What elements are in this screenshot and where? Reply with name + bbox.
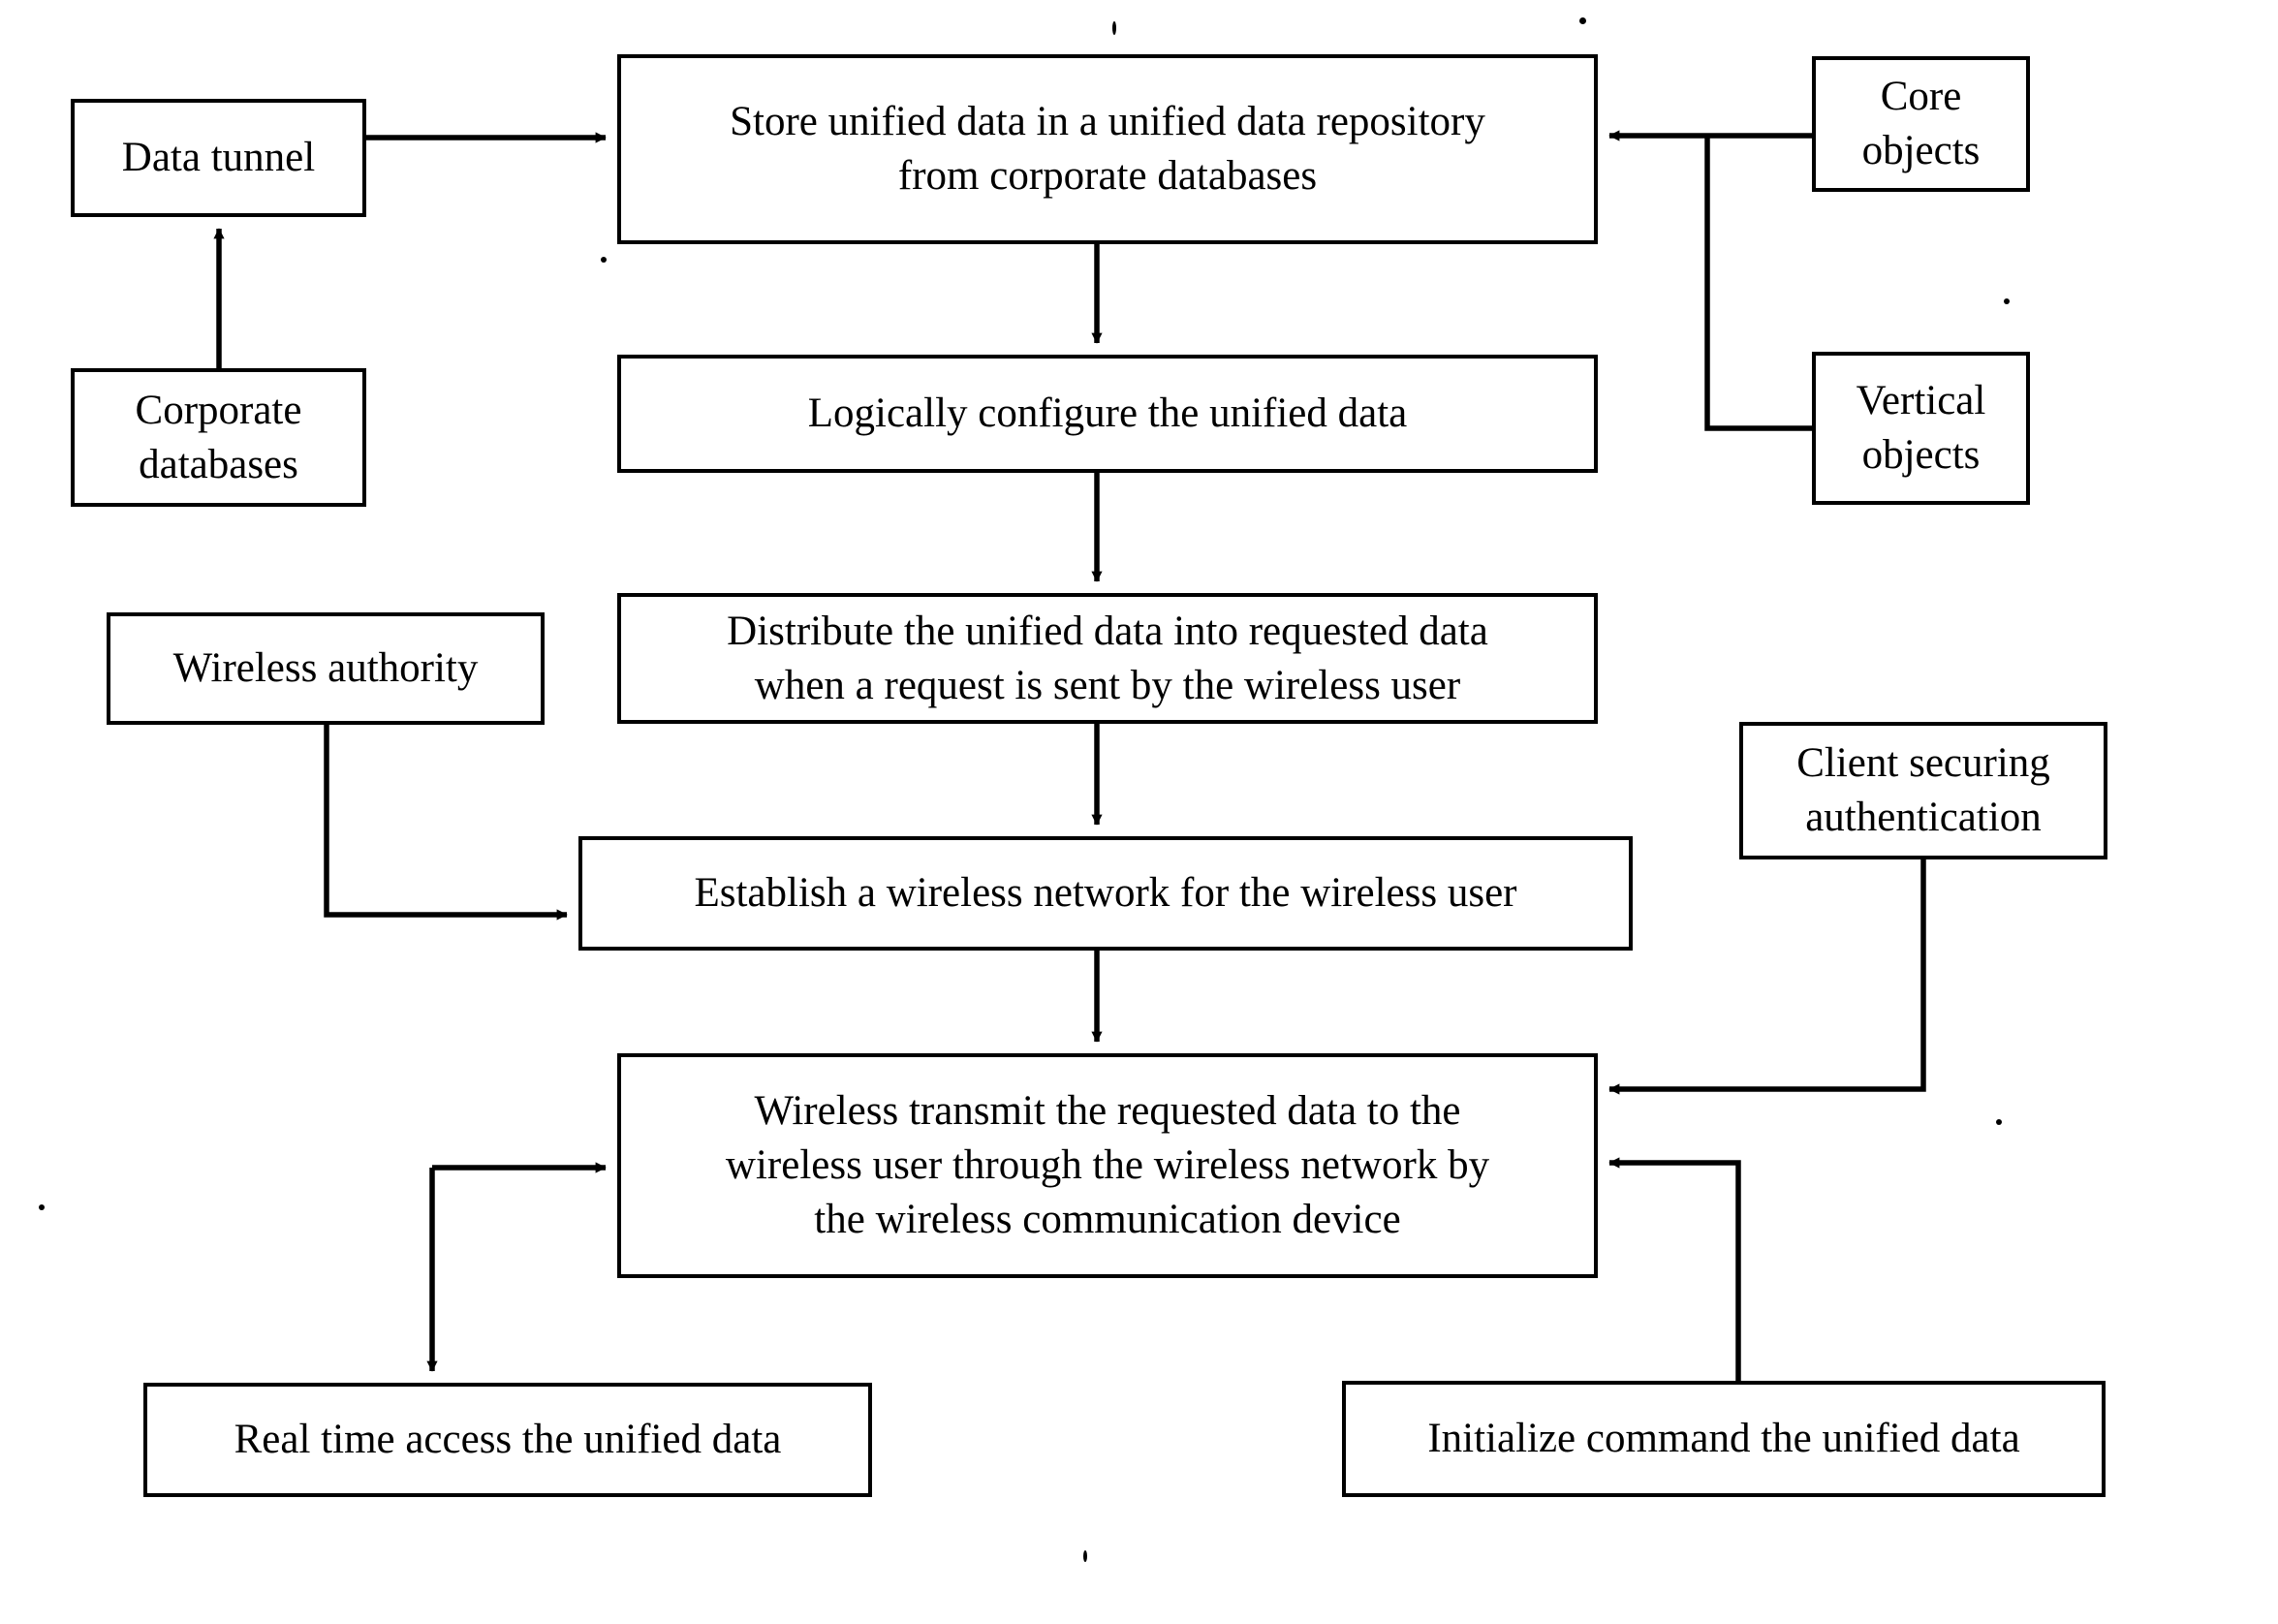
scan-speck <box>601 257 607 263</box>
node-initialize-command-label: Initialize command the unified data <box>1427 1416 2020 1462</box>
scan-speck <box>1579 17 1586 24</box>
node-core-objects-label: Core objects <box>1861 74 1981 173</box>
node-logically-configure-label: Logically configure the unified data <box>807 390 1408 437</box>
wire-vertical-objects-trunk <box>1704 136 1812 431</box>
scan-speck <box>1996 1119 2002 1125</box>
node-logically-configure[interactable]: Logically configure the unified data <box>617 355 1598 473</box>
node-establish-wireless-network[interactable]: Establish a wireless network for the wir… <box>578 836 1633 951</box>
node-wireless-authority[interactable]: Wireless authority <box>107 612 545 725</box>
node-client-securing-authentication-label: Client securing authentication <box>1796 740 2050 840</box>
node-vertical-objects-label: Vertical objects <box>1856 378 1986 478</box>
node-corporate-databases[interactable]: Corporate databases <box>71 368 366 507</box>
node-data-tunnel-label: Data tunnel <box>121 135 316 181</box>
node-real-time-access-label: Real time access the unified data <box>234 1417 782 1463</box>
wire-client-auth-to-wireless-transmit <box>1608 859 1926 1095</box>
scan-speck <box>39 1204 45 1210</box>
node-establish-wireless-network-label: Establish a wireless network for the wir… <box>694 870 1517 917</box>
node-store-unified-data-label: Store unified data in a unified data rep… <box>730 99 1485 199</box>
node-wireless-transmit[interactable]: Wireless transmit the requested data to … <box>617 1053 1598 1278</box>
node-wireless-authority-label: Wireless authority <box>172 645 479 692</box>
node-store-unified-data[interactable]: Store unified data in a unified data rep… <box>617 54 1598 244</box>
wire-wireless-authority-to-establish <box>324 725 568 921</box>
node-initialize-command[interactable]: Initialize command the unified data <box>1342 1381 2106 1497</box>
node-vertical-objects[interactable]: Vertical objects <box>1812 352 2030 505</box>
scan-speck <box>1112 21 1116 35</box>
node-corporate-databases-label: Corporate databases <box>135 387 302 487</box>
node-distribute-unified-data[interactable]: Distribute the unified data into request… <box>617 593 1598 724</box>
flowchart-canvas: Data tunnel Corporate databases Store un… <box>0 0 2278 1624</box>
node-real-time-access[interactable]: Real time access the unified data <box>143 1383 872 1497</box>
scan-speck <box>2004 298 2010 304</box>
scan-speck <box>1083 1550 1087 1562</box>
node-data-tunnel[interactable]: Data tunnel <box>71 99 366 217</box>
node-client-securing-authentication[interactable]: Client securing authentication <box>1739 722 2107 859</box>
wire-initialize-command-to-wireless-transmit <box>1608 1157 1741 1381</box>
node-wireless-transmit-label: Wireless transmit the requested data to … <box>725 1088 1490 1242</box>
node-core-objects[interactable]: Core objects <box>1812 56 2030 192</box>
node-distribute-unified-data-label: Distribute the unified data into request… <box>727 608 1488 708</box>
